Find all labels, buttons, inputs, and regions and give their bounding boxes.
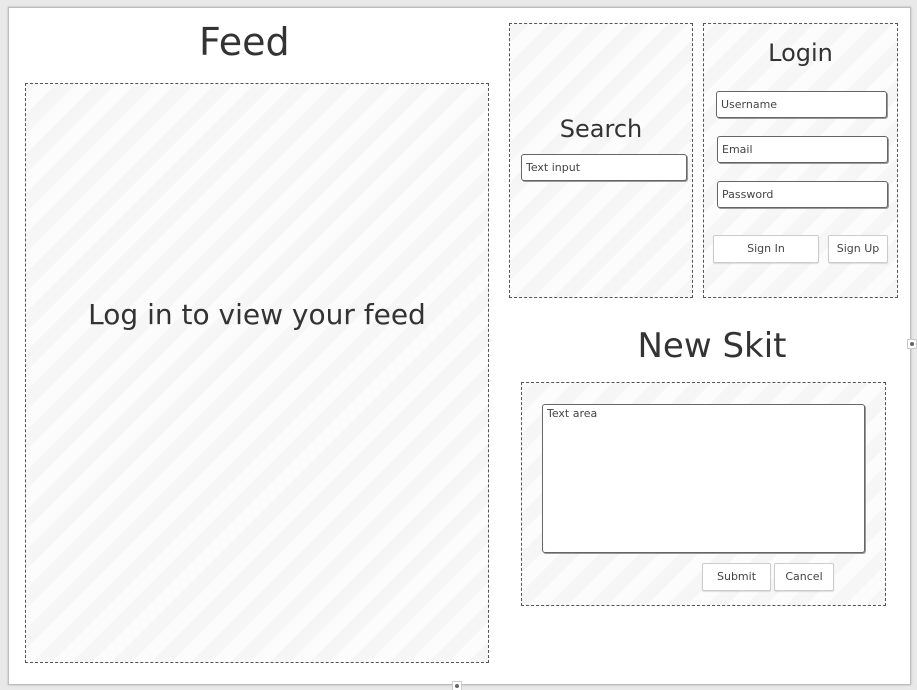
feed-login-message: Log in to view your feed <box>88 298 426 331</box>
submit-button[interactable]: Submit <box>702 563 771 591</box>
username-input[interactable]: Username <box>716 91 887 118</box>
new-skit-textarea[interactable]: Text area <box>542 404 865 553</box>
login-title: Login <box>768 39 833 67</box>
feed-title: Feed <box>199 20 290 64</box>
sign-up-button[interactable]: Sign Up <box>828 235 888 263</box>
search-panel: Search Text input <box>509 23 693 298</box>
search-title: Search <box>559 115 643 143</box>
new-skit-panel: Text area Submit Cancel <box>521 382 886 606</box>
sign-in-button[interactable]: Sign In <box>713 235 819 263</box>
password-input[interactable]: Password <box>717 181 888 208</box>
search-input[interactable]: Text input <box>521 154 687 181</box>
right-resize-handle[interactable] <box>907 339 917 349</box>
login-panel: Login Username Email Password Sign In Si… <box>703 23 898 298</box>
email-input[interactable]: Email <box>717 136 888 163</box>
page: Feed Log in to view your feed Search Tex… <box>0 0 917 690</box>
feed-panel: Log in to view your feed <box>25 83 489 663</box>
new-skit-title: New Skit <box>637 326 787 366</box>
cancel-button[interactable]: Cancel <box>774 563 834 591</box>
bottom-resize-handle[interactable] <box>452 681 462 690</box>
wireframe-canvas: Feed Log in to view your feed Search Tex… <box>8 7 911 685</box>
